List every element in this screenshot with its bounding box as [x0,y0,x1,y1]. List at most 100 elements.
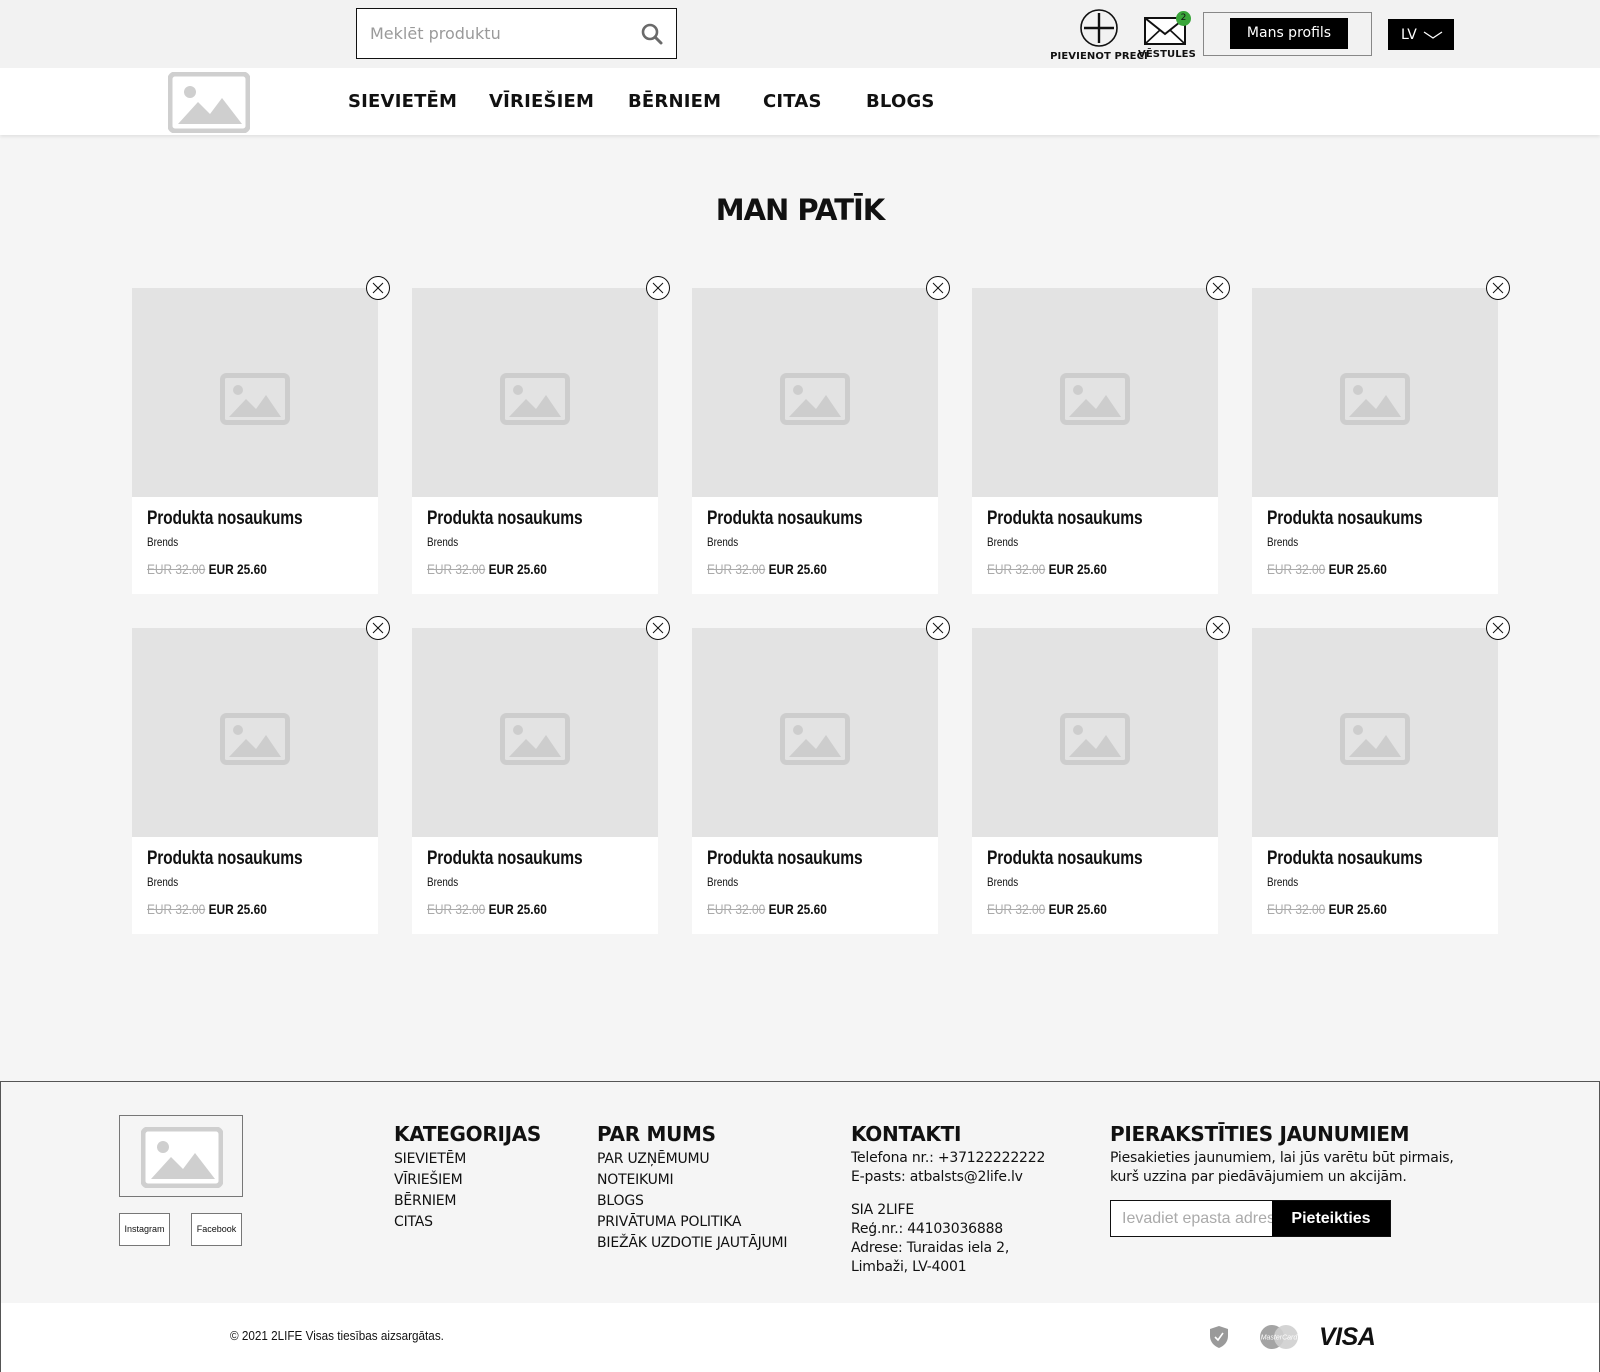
product-card[interactable]: Produkta nosaukums Brends EUR 32.00 EUR 25.… [692,288,938,594]
product-old-price: EUR 32.00 [427,901,486,917]
product-prices: EUR 32.00 EUR 25.60 [147,561,267,577]
contact-address-line1: Adrese: Turaidas iela 2, [851,1240,1010,1256]
image-placeholder-icon [1340,713,1410,765]
product-name[interactable]: Produkta nosaukums [1267,848,1423,870]
product-old-price: EUR 32.00 [1267,561,1326,577]
product-price: EUR 25.60 [1328,901,1387,917]
footer-link-women[interactable]: SIEVIETĒM [394,1149,541,1170]
footer-logo[interactable] [119,1115,243,1197]
product-image[interactable] [972,628,1218,837]
product-image[interactable] [692,288,938,497]
main-navbar: SIEVIETĒM VĪRIEŠIEM BĒRNIEM CITAS BLOGS [0,68,1600,135]
newsletter-email-input[interactable] [1111,1201,1272,1236]
product-card[interactable]: Produkta nosaukums Brends EUR 32.00 EUR 25.… [132,628,378,934]
product-name[interactable]: Produkta nosaukums [707,508,863,530]
product-name[interactable]: Produkta nosaukums [427,508,583,530]
product-card[interactable]: Produkta nosaukums Brends EUR 32.00 EUR 25.… [1252,628,1498,934]
remove-favorite-close-icon[interactable] [645,615,671,641]
search-input[interactable] [357,9,627,58]
footer: Instagram Facebook KATEGORIJAS SIEVIETĒM… [0,1081,1600,1372]
product-card[interactable]: Produkta nosaukums Brends EUR 32.00 EUR 25.… [1252,288,1498,594]
product-name[interactable]: Produkta nosaukums [147,508,303,530]
footer-link-blog[interactable]: BLOGS [597,1191,787,1212]
product-prices: EUR 32.00 EUR 25.60 [987,561,1107,577]
product-price: EUR 25.60 [208,901,267,917]
product-old-price: EUR 32.00 [427,561,486,577]
footer-link-privacy[interactable]: PRIVĀTUMA POLITIKA [597,1212,787,1233]
product-image[interactable] [132,288,378,497]
contact-reg: Reģ.nr.: 44103036888 [851,1221,1003,1237]
product-card[interactable]: Produkta nosaukums Brends EUR 32.00 EUR 25.… [132,288,378,594]
nav-women[interactable]: SIEVIETĒM [348,91,457,112]
remove-favorite-close-icon[interactable] [365,275,391,301]
nav-men[interactable]: VĪRIEŠIEM [489,91,594,112]
search-icon[interactable] [640,22,664,46]
nav-blog[interactable]: BLOGS [866,91,935,112]
footer-about-title: PAR MUMS [597,1122,716,1146]
newsletter-subscribe-button[interactable]: Pieteikties [1272,1201,1390,1236]
remove-favorite-close-icon[interactable] [645,275,671,301]
product-name[interactable]: Produkta nosaukums [1267,508,1423,530]
product-old-price: EUR 32.00 [1267,901,1326,917]
footer-link-other[interactable]: CITAS [394,1212,541,1233]
product-card[interactable]: Produkta nosaukums Brends EUR 32.00 EUR 25.… [692,628,938,934]
language-label: LV [1401,26,1417,43]
product-image[interactable] [692,628,938,837]
product-old-price: EUR 32.00 [707,901,766,917]
product-image[interactable] [132,628,378,837]
product-name[interactable]: Produkta nosaukums [427,848,583,870]
product-name[interactable]: Produkta nosaukums [987,848,1143,870]
remove-favorite-close-icon[interactable] [365,615,391,641]
product-image[interactable] [1252,628,1498,837]
remove-favorite-close-icon[interactable] [1205,275,1231,301]
remove-favorite-close-icon[interactable] [925,275,951,301]
product-price: EUR 25.60 [488,561,547,577]
instagram-link[interactable]: Instagram [119,1213,170,1246]
product-name[interactable]: Produkta nosaukums [707,848,863,870]
product-card[interactable]: Produkta nosaukums Brends EUR 32.00 EUR 25.… [972,628,1218,934]
nav-kids[interactable]: BĒRNIEM [628,91,721,112]
product-price: EUR 25.60 [1048,561,1107,577]
logo-placeholder-icon [141,1127,223,1188]
remove-favorite-close-icon[interactable] [925,615,951,641]
product-brand: Brends [1267,875,1299,889]
remove-favorite-close-icon[interactable] [1485,275,1511,301]
my-profile-button[interactable]: Mans profils [1230,18,1348,49]
product-prices: EUR 32.00 EUR 25.60 [1267,561,1387,577]
product-card[interactable]: Produkta nosaukums Brends EUR 32.00 EUR 25.… [412,628,658,934]
product-prices: EUR 32.00 EUR 25.60 [147,901,267,917]
footer-link-men[interactable]: VĪRIEŠIEM [394,1170,541,1191]
contact-address-line2: Limbaži, LV-4001 [851,1259,967,1275]
visa-icon: VISA [1319,1323,1376,1351]
footer-link-about-company[interactable]: PAR UZŅĒMUMU [597,1149,787,1170]
product-card[interactable]: Produkta nosaukums Brends EUR 32.00 EUR 25.… [972,288,1218,594]
image-placeholder-icon [500,373,570,425]
facebook-link[interactable]: Facebook [191,1213,242,1246]
remove-favorite-close-icon[interactable] [1205,615,1231,641]
messages-button[interactable]: 2 VĒSTULES [1138,8,1196,60]
product-image[interactable] [972,288,1218,497]
footer-bottom-bar: © 2021 2LIFE Visas tiesības aizsargātas.… [1,1303,1599,1372]
mastercard-label: MasterCard [1261,1335,1299,1342]
footer-link-faq[interactable]: BIEŽĀK UZDOTIE JAUTĀJUMI [597,1233,788,1254]
remove-favorite-close-icon[interactable] [1485,615,1511,641]
favorites-grid: Produkta nosaukums Brends EUR 32.00 EUR 25.… [132,276,1510,936]
product-old-price: EUR 32.00 [147,901,206,917]
product-price: EUR 25.60 [1328,561,1387,577]
product-image[interactable] [1252,288,1498,497]
language-select[interactable]: LV [1388,19,1454,50]
nav-other[interactable]: CITAS [763,91,822,112]
contact-email: E-pasts: atbalsts@2life.lv [851,1169,1023,1185]
messages-count-badge: 2 [1176,11,1191,26]
product-old-price: EUR 32.00 [987,901,1046,917]
footer-link-terms[interactable]: NOTEIKUMI [597,1170,787,1191]
footer-contacts: KONTAKTI Telefona nr.: +37122222222 E-pa… [851,1122,1045,1277]
product-image[interactable] [412,628,658,837]
product-name[interactable]: Produkta nosaukums [147,848,303,870]
footer-categories-title: KATEGORIJAS [394,1122,542,1146]
product-image[interactable] [412,288,658,497]
footer-link-kids[interactable]: BĒRNIEM [394,1191,541,1212]
product-card[interactable]: Produkta nosaukums Brends EUR 32.00 EUR 25.… [412,288,658,594]
product-name[interactable]: Produkta nosaukums [987,508,1143,530]
logo-placeholder-icon[interactable] [168,72,250,133]
